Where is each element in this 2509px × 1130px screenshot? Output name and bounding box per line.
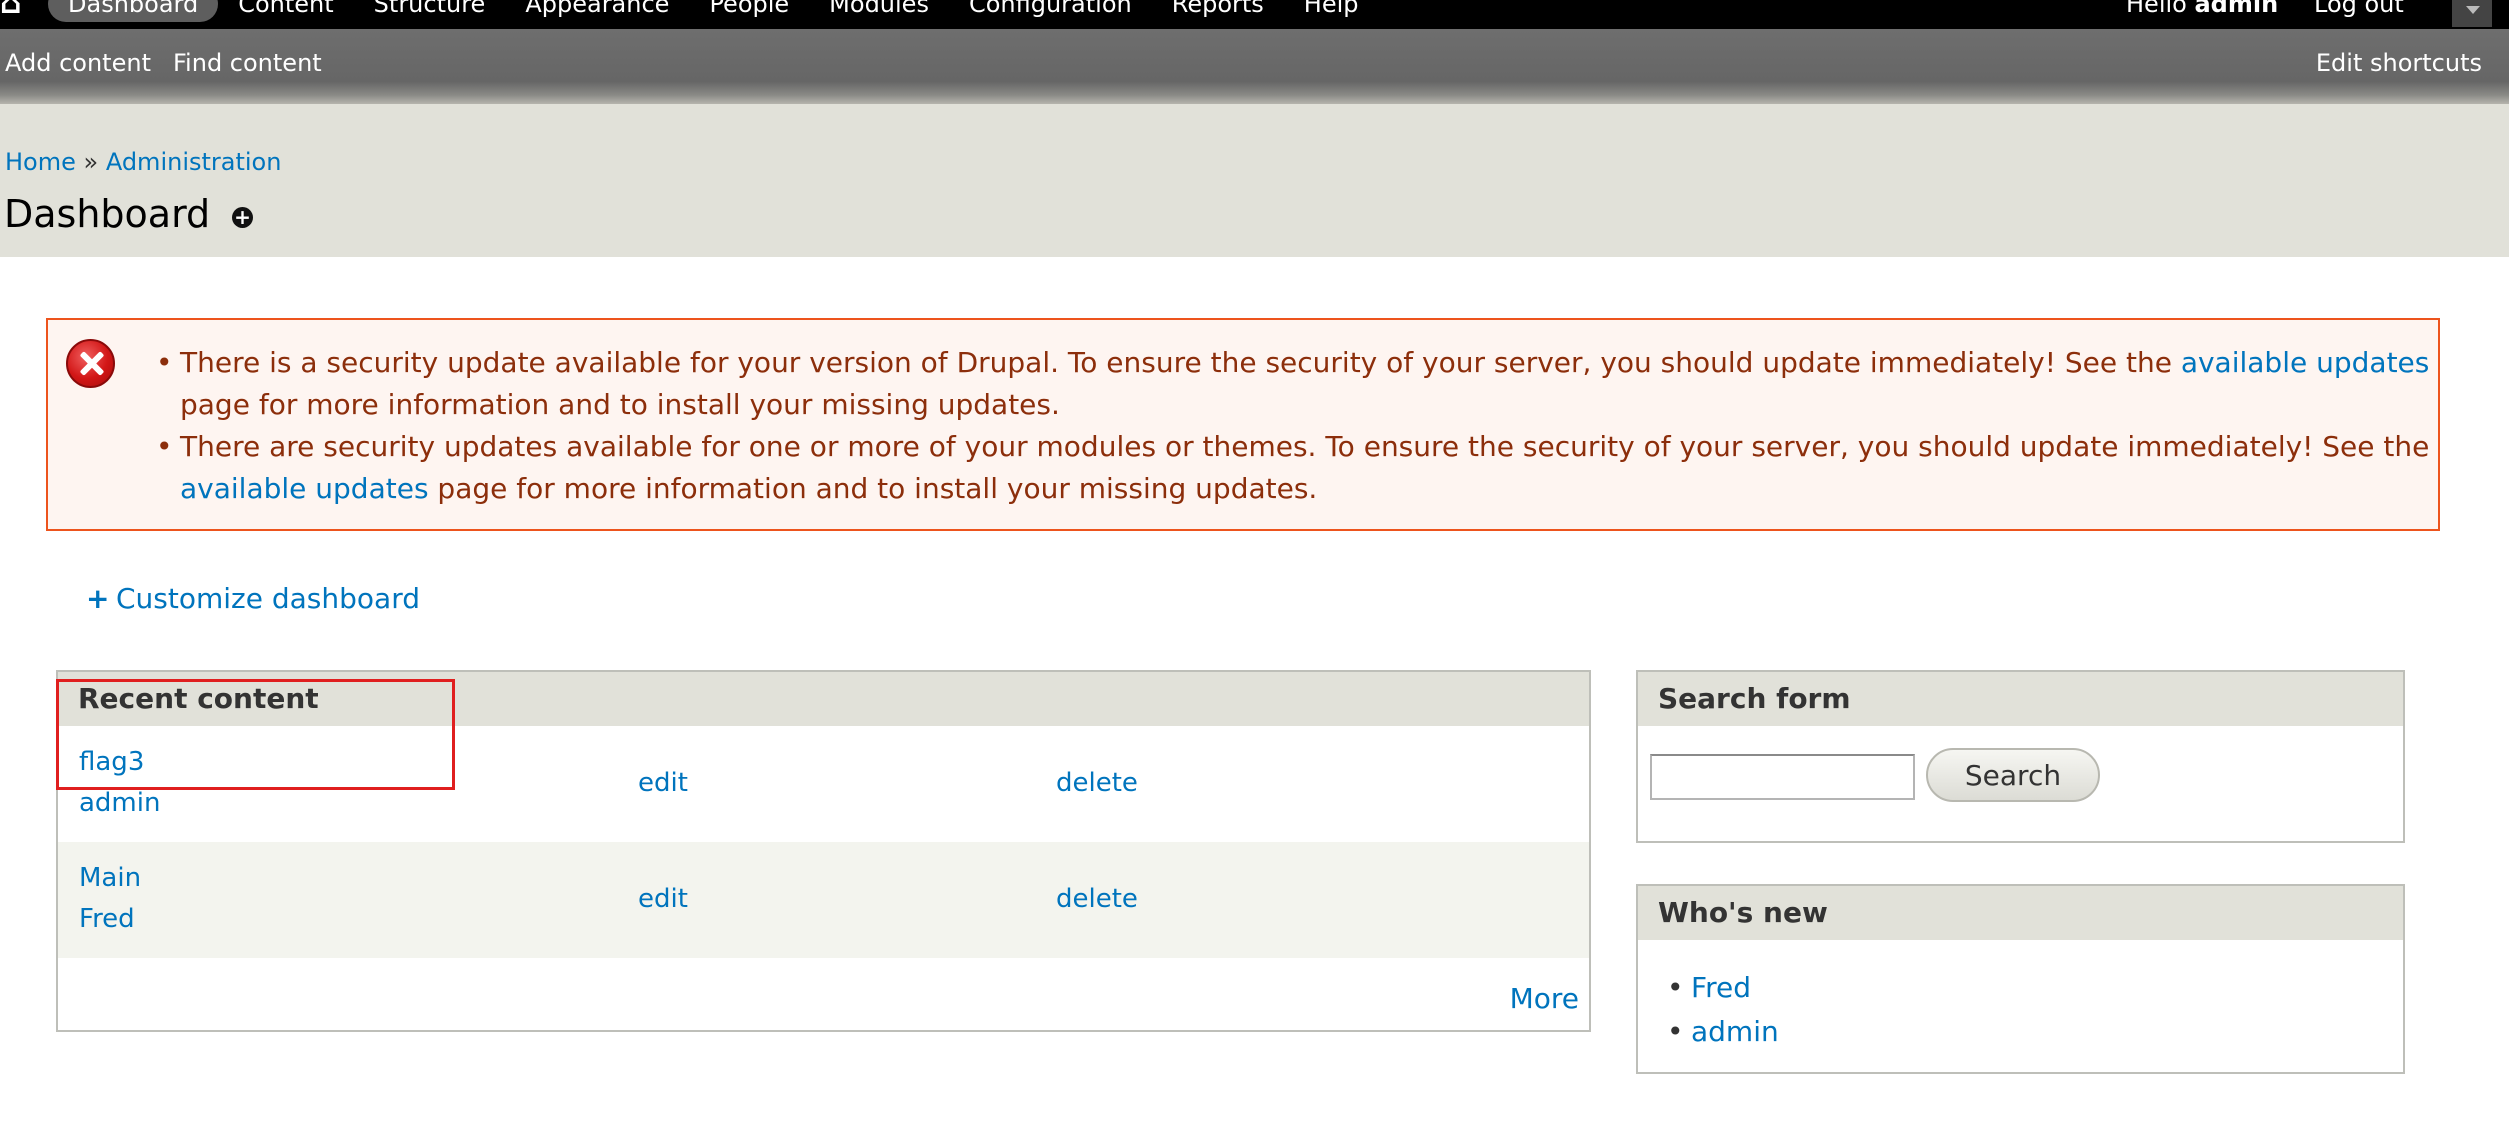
table-border xyxy=(1589,726,1591,958)
error-icon xyxy=(66,339,115,388)
list-item: Fred xyxy=(1667,966,1779,1010)
message-item: There are security updates available for… xyxy=(156,426,2430,510)
home-icon[interactable]: ⌂ xyxy=(0,0,21,21)
customize-dashboard-label: Customize dashboard xyxy=(116,582,420,615)
menu-item-reports[interactable]: Reports xyxy=(1152,0,1284,22)
breadcrumb-separator: » xyxy=(75,148,106,176)
available-updates-link[interactable]: available updates xyxy=(180,472,429,505)
table-row: Main Fred edit delete xyxy=(58,842,1589,958)
page-title: Dashboard xyxy=(4,192,211,236)
search-form-block: Search form Search xyxy=(1636,670,2405,843)
content-title-link[interactable]: Main xyxy=(79,863,141,893)
menu-item-dashboard[interactable]: Dashboard xyxy=(48,0,219,22)
page-header: Home » Administration Dashboard + xyxy=(0,104,2509,257)
edit-shortcuts-link[interactable]: Edit shortcuts xyxy=(2316,49,2482,77)
breadcrumb-home[interactable]: Home xyxy=(5,148,76,176)
whos-new-block: Who's new Fred admin xyxy=(1636,884,2405,1074)
menu-item-configuration[interactable]: Configuration xyxy=(949,0,1152,22)
edit-link[interactable]: edit xyxy=(638,768,688,798)
menu-item-people[interactable]: People xyxy=(689,0,809,22)
menu-item-modules[interactable]: Modules xyxy=(809,0,949,22)
breadcrumb-administration[interactable]: Administration xyxy=(106,148,282,176)
message-text: page for more information and to install… xyxy=(428,472,1318,505)
edit-link[interactable]: edit xyxy=(638,884,688,914)
admin-menu: Dashboard Content Structure Appearance P… xyxy=(48,0,1379,22)
content-author-link[interactable]: Fred xyxy=(79,904,135,934)
delete-link[interactable]: delete xyxy=(1056,884,1138,914)
breadcrumb: Home » Administration xyxy=(5,148,281,176)
user-list: Fred admin xyxy=(1667,966,1779,1054)
user-link[interactable]: admin xyxy=(1691,1015,1779,1048)
menu-item-content[interactable]: Content xyxy=(218,0,353,22)
content-author-link[interactable]: admin xyxy=(79,788,160,818)
plus-icon: + xyxy=(86,582,110,615)
error-messages: There is a security update available for… xyxy=(46,318,2440,531)
hello-label: Hello xyxy=(2126,0,2195,18)
shortcut-add-content[interactable]: Add content xyxy=(5,49,151,77)
message-item: There is a security update available for… xyxy=(156,342,2430,426)
user-greeting: Hello admin xyxy=(2126,0,2278,22)
menu-item-help[interactable]: Help xyxy=(1284,0,1379,22)
message-text: page for more information and to install… xyxy=(180,388,1060,421)
username-link[interactable]: admin xyxy=(2194,0,2278,18)
logout-link[interactable]: Log out xyxy=(2314,0,2404,22)
message-list: There is a security update available for… xyxy=(156,342,2430,510)
highlight-box xyxy=(56,679,455,790)
message-text: There are security updates available for… xyxy=(180,430,2430,463)
more-link[interactable]: More xyxy=(1510,982,1579,1015)
admin-toolbar: ⌂ Dashboard Content Structure Appearance… xyxy=(0,0,2509,29)
shortcut-bar: Add content Find content Edit shortcuts xyxy=(0,29,2509,104)
search-button[interactable]: Search xyxy=(1926,748,2100,802)
delete-link[interactable]: delete xyxy=(1056,768,1138,798)
add-shortcut-icon[interactable]: + xyxy=(232,207,253,228)
block-title: Search form xyxy=(1638,672,2403,726)
toggle-arrow-icon[interactable] xyxy=(2452,0,2492,27)
menu-item-structure[interactable]: Structure xyxy=(354,0,506,22)
customize-dashboard-link[interactable]: + Customize dashboard xyxy=(86,582,420,615)
menu-item-appearance[interactable]: Appearance xyxy=(505,0,689,22)
search-input[interactable] xyxy=(1650,754,1915,800)
available-updates-link[interactable]: available updates xyxy=(2181,346,2430,379)
user-link[interactable]: Fred xyxy=(1691,971,1751,1004)
list-item: admin xyxy=(1667,1010,1779,1054)
message-text: There is a security update available for… xyxy=(180,346,2181,379)
block-title: Who's new xyxy=(1638,886,2403,940)
shortcut-find-content[interactable]: Find content xyxy=(173,49,322,77)
